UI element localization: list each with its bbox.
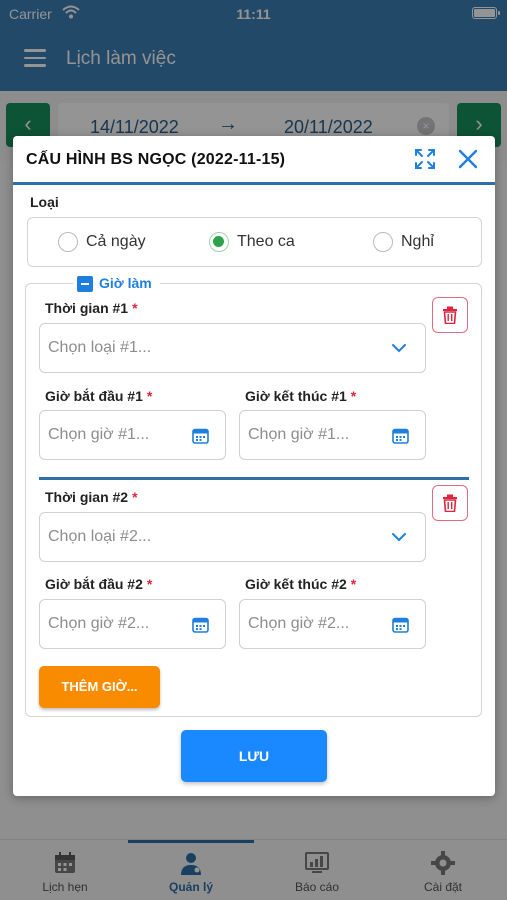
- schedule-config-modal: CẤU HÌNH BS NGỌC (2022-11-15) Loại Cả ng…: [13, 136, 495, 796]
- input-placeholder: Chọn giờ #2...: [48, 615, 150, 632]
- type-radio-group: Cả ngày Theo ca Nghỉ: [27, 217, 482, 267]
- slot-2-type-select[interactable]: Chọn loại #2...: [39, 512, 426, 562]
- label-text: Thời gian #1: [45, 300, 129, 316]
- working-hours-label: Giờ làm: [99, 275, 152, 291]
- input-placeholder: Chọn giờ #2...: [248, 615, 350, 632]
- required-mark: *: [132, 489, 138, 505]
- radio-label: Theo ca: [237, 233, 295, 250]
- working-hours-checkbox[interactable]: [77, 276, 93, 292]
- close-icon[interactable]: [456, 147, 480, 171]
- time-slot-1-label: Thời gian #1 *: [45, 300, 138, 316]
- start-time-2-label: Giờ bắt đầu #2 *: [45, 576, 152, 592]
- input-placeholder: Chọn giờ #1...: [248, 426, 350, 443]
- radio-label: Cả ngày: [86, 233, 146, 250]
- radio-circle: [373, 232, 393, 252]
- calendar-icon: [392, 617, 409, 633]
- delete-slot-1-button[interactable]: [432, 297, 468, 333]
- trash-icon: [443, 494, 457, 512]
- end-time-1-input[interactable]: Chọn giờ #1...: [239, 410, 426, 460]
- add-time-button[interactable]: THÊM GIỜ...: [39, 666, 160, 708]
- calendar-icon: [192, 428, 209, 444]
- type-label: Loại: [30, 194, 59, 210]
- label-text: Giờ bắt đầu #2: [45, 576, 143, 592]
- working-hours-group: Giờ làm Thời gian #1 * Chọn loại #1... Gi…: [25, 274, 482, 717]
- input-placeholder: Chọn giờ #1...: [48, 426, 150, 443]
- slot-1-type-select[interactable]: Chọn loại #1...: [39, 323, 426, 373]
- required-mark: *: [146, 576, 153, 592]
- working-hours-legend[interactable]: Giờ làm: [73, 274, 160, 294]
- radio-label: Nghỉ: [401, 233, 434, 250]
- label-text: Giờ kết thúc #2: [245, 576, 347, 592]
- time-slot-2-label: Thời gian #2 *: [45, 489, 138, 505]
- required-mark: *: [350, 388, 357, 404]
- end-time-1-label: Giờ kết thúc #1 *: [245, 388, 356, 404]
- start-time-2-input[interactable]: Chọn giờ #2...: [39, 599, 226, 649]
- expand-icon[interactable]: [414, 148, 436, 170]
- select-placeholder: Chọn loại #2...: [48, 528, 152, 545]
- trash-icon: [443, 306, 457, 324]
- calendar-icon: [192, 617, 209, 633]
- label-text: Giờ kết thúc #1: [245, 388, 347, 404]
- calendar-icon: [392, 428, 409, 444]
- chevron-down-icon: [392, 533, 406, 542]
- end-time-2-input[interactable]: Chọn giờ #2...: [239, 599, 426, 649]
- end-time-2-label: Giờ kết thúc #2 *: [245, 576, 356, 592]
- radio-circle-checked: [209, 232, 229, 252]
- required-mark: *: [350, 576, 357, 592]
- slot-divider: [39, 477, 469, 480]
- select-placeholder: Chọn loại #1...: [48, 339, 152, 356]
- required-mark: *: [146, 388, 153, 404]
- radio-circle: [58, 232, 78, 252]
- save-button[interactable]: LƯU: [181, 730, 327, 782]
- start-time-1-input[interactable]: Chọn giờ #1...: [39, 410, 226, 460]
- label-text: Thời gian #2: [45, 489, 129, 505]
- required-mark: *: [132, 300, 138, 316]
- title-divider: [13, 182, 495, 185]
- chevron-down-icon: [392, 344, 406, 353]
- delete-slot-2-button[interactable]: [432, 485, 468, 521]
- start-time-1-label: Giờ bắt đầu #1 *: [45, 388, 152, 404]
- modal-title: CẤU HÌNH BS NGỌC (2022-11-15): [26, 151, 286, 168]
- label-text: Giờ bắt đầu #1: [45, 388, 143, 404]
